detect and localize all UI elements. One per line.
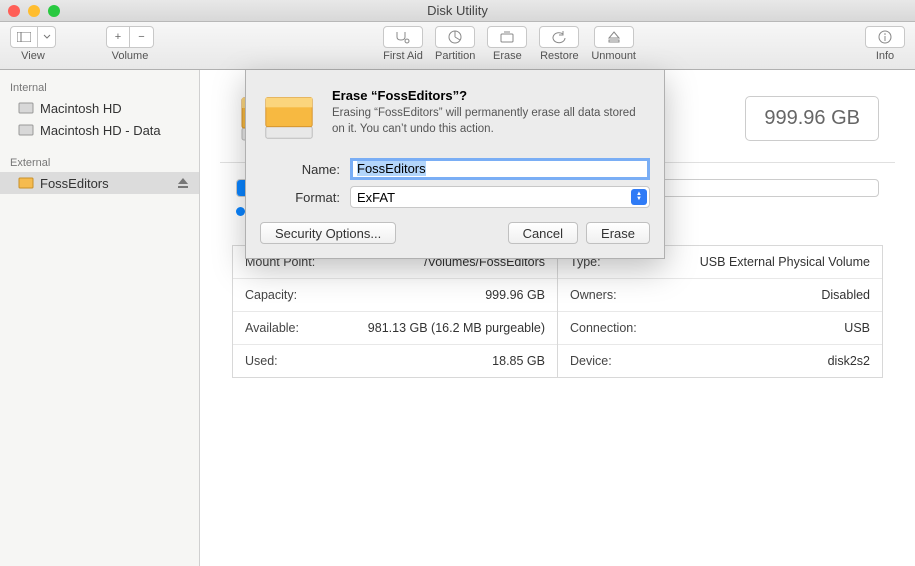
dialog-title: Erase “FossEditors”? bbox=[332, 88, 650, 103]
erase-icon bbox=[499, 30, 515, 44]
hdd-icon bbox=[18, 122, 34, 138]
dialog-volume-icon bbox=[260, 88, 318, 146]
sidebar-item-fosseditors[interactable]: FossEditors bbox=[0, 172, 199, 194]
sidebar-item-label: FossEditors bbox=[40, 176, 109, 191]
view-label: View bbox=[10, 50, 56, 62]
sidebar-item-macintosh-hd-data[interactable]: Macintosh HD - Data bbox=[0, 119, 199, 141]
erase-button[interactable] bbox=[487, 26, 527, 48]
format-select[interactable]: ExFAT ▲▼ bbox=[350, 186, 650, 208]
format-label: Format: bbox=[260, 190, 350, 205]
detail-row-capacity: Capacity: 999.96 GB bbox=[233, 279, 557, 312]
volume-remove-button[interactable]: − bbox=[130, 26, 154, 48]
updown-icon: ▲▼ bbox=[631, 189, 647, 205]
detail-row-connection: Connection: USB bbox=[558, 312, 882, 345]
traffic-lights bbox=[8, 5, 60, 17]
maximize-button[interactable] bbox=[48, 5, 60, 17]
detail-key: Capacity: bbox=[245, 288, 297, 302]
cancel-button[interactable]: Cancel bbox=[508, 222, 578, 244]
eject-icon[interactable] bbox=[177, 177, 189, 189]
detail-row-device: Device: disk2s2 bbox=[558, 345, 882, 377]
detail-value: USB External Physical Volume bbox=[700, 255, 870, 269]
volume-label: Volume bbox=[106, 50, 154, 62]
restore-icon bbox=[551, 30, 567, 44]
eject-icon bbox=[607, 30, 621, 44]
sidebar-item-macintosh-hd[interactable]: Macintosh HD bbox=[0, 97, 199, 119]
capacity-badge: 999.96 GB bbox=[745, 96, 879, 141]
close-button[interactable] bbox=[8, 5, 20, 17]
volume-add-button[interactable]: + bbox=[106, 26, 130, 48]
detail-value: 18.85 GB bbox=[492, 354, 545, 368]
legend-dot bbox=[236, 207, 245, 216]
volume-group: + − Volume bbox=[106, 26, 154, 62]
detail-value: disk2s2 bbox=[828, 354, 870, 368]
detail-value: Disabled bbox=[821, 288, 870, 302]
partition-button[interactable] bbox=[435, 26, 475, 48]
view-group: View bbox=[10, 26, 56, 62]
info-icon bbox=[878, 30, 892, 44]
sidebar-external-header: External bbox=[0, 153, 199, 172]
name-input-value: FossEditors bbox=[357, 161, 426, 176]
minimize-button[interactable] bbox=[28, 5, 40, 17]
view-sidebar-button[interactable] bbox=[10, 26, 38, 48]
erase-dialog: Erase “FossEditors”? Erasing “FossEditor… bbox=[245, 70, 665, 259]
plus-icon: + bbox=[115, 31, 121, 43]
toolbar: View + − Volume First Aid Partition Eras… bbox=[0, 22, 915, 70]
view-dropdown-button[interactable] bbox=[38, 26, 56, 48]
sidebar-item-label: Macintosh HD - Data bbox=[40, 123, 161, 138]
erase-confirm-button[interactable]: Erase bbox=[586, 222, 650, 244]
sidebar-internal-header: Internal bbox=[0, 78, 199, 97]
details-table: Mount Point:/Volumes/FossEditors Capacit… bbox=[232, 245, 883, 378]
window-title: Disk Utility bbox=[0, 3, 915, 18]
first-aid-label: First Aid bbox=[383, 50, 423, 62]
sidebar: Internal Macintosh HD Macintosh HD - Dat… bbox=[0, 70, 200, 566]
detail-value: USB bbox=[844, 321, 870, 335]
name-input[interactable]: FossEditors bbox=[350, 158, 650, 180]
detail-value: 981.13 GB (16.2 MB purgeable) bbox=[368, 321, 545, 335]
first-aid-button[interactable] bbox=[383, 26, 423, 48]
security-options-button[interactable]: Security Options... bbox=[260, 222, 396, 244]
detail-row-available: Available: 981.13 GB (16.2 MB purgeable) bbox=[233, 312, 557, 345]
titlebar: Disk Utility bbox=[0, 0, 915, 22]
info-button[interactable] bbox=[865, 26, 905, 48]
detail-row-used: Used: 18.85 GB bbox=[233, 345, 557, 377]
partition-label: Partition bbox=[435, 50, 475, 62]
external-disk-icon bbox=[18, 175, 34, 191]
unmount-button[interactable] bbox=[594, 26, 634, 48]
dialog-message: Erasing “FossEditors” will permanently e… bbox=[332, 106, 650, 137]
detail-key: Available: bbox=[245, 321, 299, 335]
stethoscope-icon bbox=[394, 30, 412, 44]
pie-icon bbox=[447, 29, 463, 45]
restore-label: Restore bbox=[539, 50, 579, 62]
info-label: Info bbox=[865, 50, 905, 62]
hdd-icon bbox=[18, 100, 34, 116]
detail-key: Owners: bbox=[570, 288, 617, 302]
detail-key: Connection: bbox=[570, 321, 637, 335]
detail-key: Used: bbox=[245, 354, 278, 368]
name-label: Name: bbox=[260, 162, 350, 177]
sidebar-icon bbox=[17, 32, 31, 42]
chevron-down-icon bbox=[43, 34, 51, 40]
detail-key: Device: bbox=[570, 354, 612, 368]
sidebar-item-label: Macintosh HD bbox=[40, 101, 122, 116]
format-value: ExFAT bbox=[357, 190, 395, 205]
erase-label: Erase bbox=[487, 50, 527, 62]
detail-row-owners: Owners: Disabled bbox=[558, 279, 882, 312]
minus-icon: − bbox=[138, 31, 144, 43]
unmount-label: Unmount bbox=[591, 50, 636, 62]
detail-value: 999.96 GB bbox=[485, 288, 545, 302]
restore-button[interactable] bbox=[539, 26, 579, 48]
